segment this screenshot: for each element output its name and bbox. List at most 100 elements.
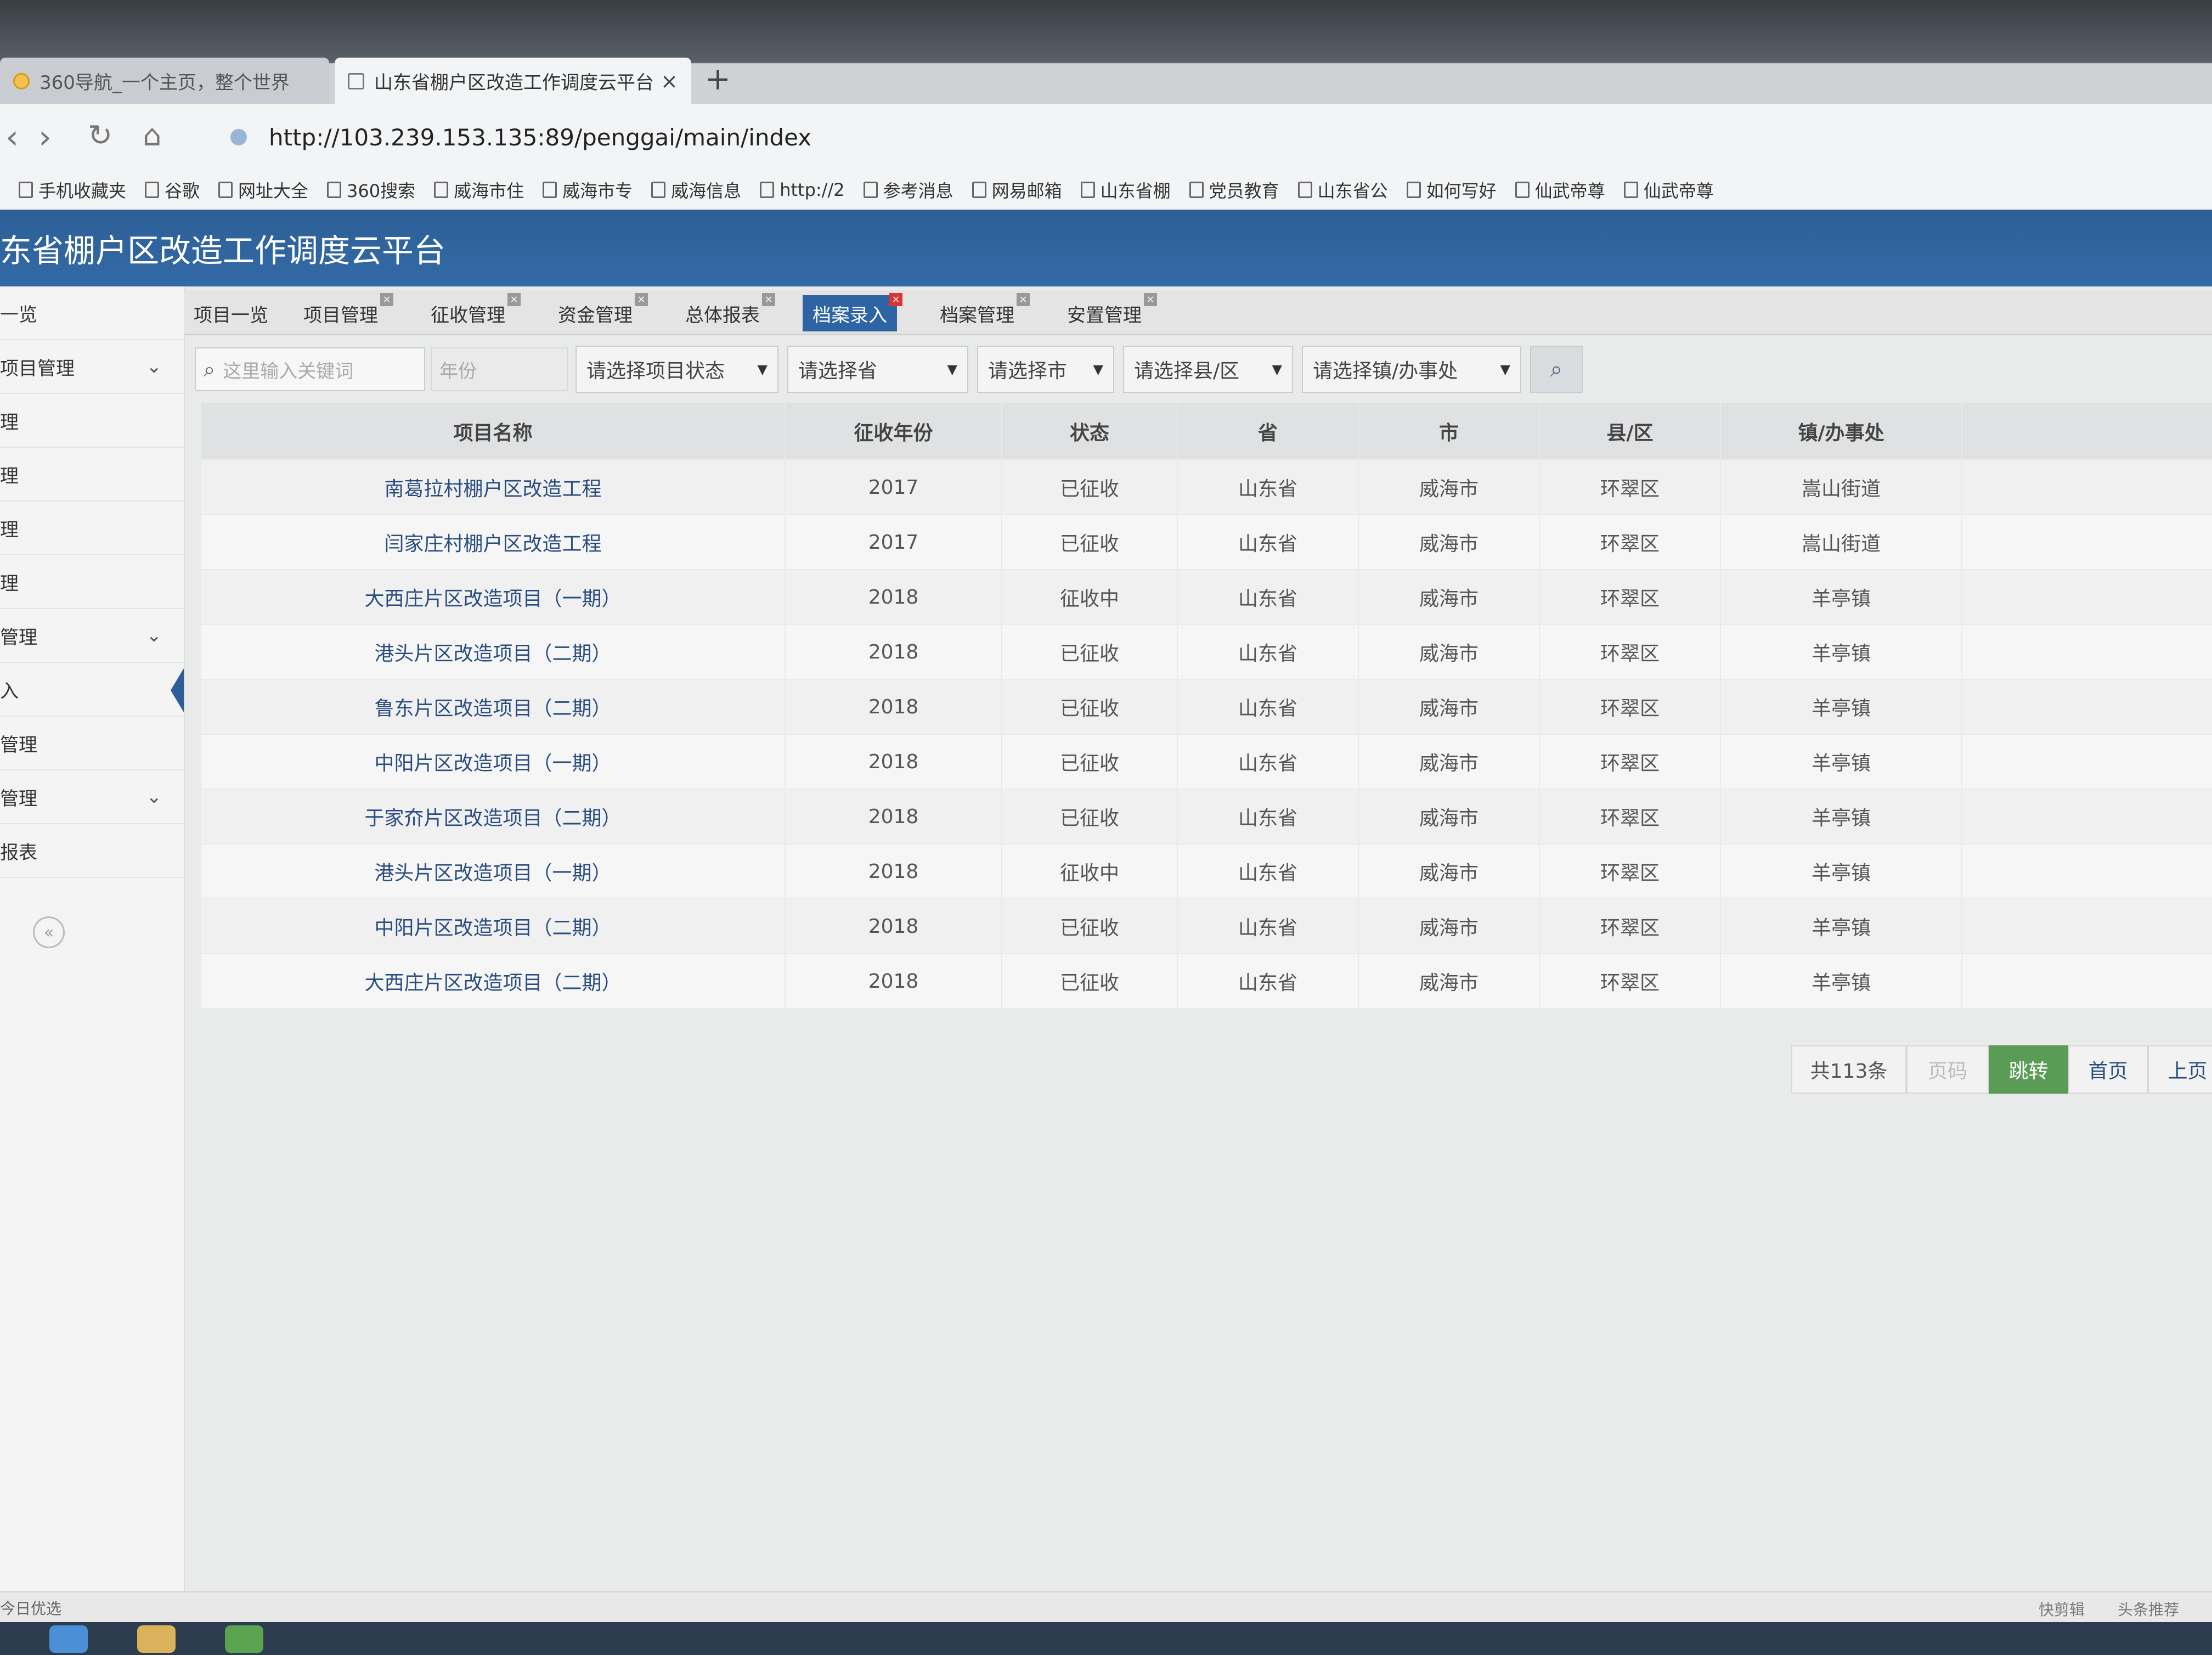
project-name-cell[interactable]: 港头片区改造项目（二期） (200, 624, 786, 680)
table-row[interactable]: 闫家庄村棚户区改造工程 2017 已征收 山东省 威海市 环翠区 嵩山街道 (200, 514, 2212, 570)
headline-link[interactable]: 头条推荐 (2118, 1598, 2179, 1620)
bookmark-item[interactable]: 威海信息 (651, 177, 741, 202)
project-name-cell[interactable]: 闫家庄村棚户区改造工程 (200, 514, 786, 570)
table-row[interactable]: 大西庄片区改造项目（二期） 2018 已征收 山东省 威海市 环翠区 羊亭镇 (200, 953, 2212, 1009)
table-row[interactable]: 中阳片区改造项目（二期） 2018 已征收 山东省 威海市 环翠区 羊亭镇 (200, 898, 2212, 954)
bookmark-item[interactable]: 仙武帝尊 (1623, 177, 1714, 202)
column-header[interactable]: 市 (1358, 402, 1540, 460)
table-row[interactable]: 南葛拉村棚户区改造工程 2017 已征收 山东省 威海市 环翠区 嵩山街道 (200, 459, 2212, 515)
bookmark-item[interactable]: 网址大全 (218, 177, 308, 202)
close-icon[interactable]: × (635, 293, 648, 306)
sidebar-item-resettlement-management[interactable]: 管理 ⌄ (0, 770, 184, 824)
reload-icon[interactable]: ↻ (88, 118, 112, 153)
page-number-input[interactable]: 页码 (1906, 1045, 1989, 1094)
table-row[interactable]: 于家夼片区改造项目（二期） 2018 已征收 山东省 威海市 环翠区 羊亭镇 (200, 789, 2212, 845)
browser-360-icon[interactable] (225, 1625, 263, 1653)
tab-resettlement-management[interactable]: 安置管理 × (1057, 293, 1157, 331)
browser-tab-active[interactable]: 山东省棚户区改造工作调度云平台 × (335, 58, 691, 104)
forward-icon[interactable]: › (38, 118, 52, 156)
bookmark-item[interactable]: 网易邮箱 (972, 177, 1062, 202)
prev-page-button[interactable]: 上页 (2148, 1045, 2212, 1094)
sidebar-subitem-archive-manage[interactable]: 管理 (0, 717, 184, 770)
project-name-cell[interactable]: 大西庄片区改造项目（二期） (200, 953, 786, 1009)
bookmark-item[interactable]: 党员教育 (1189, 177, 1279, 202)
sidebar-item-reports[interactable]: 报表 (0, 824, 184, 878)
column-header[interactable]: 征收年份 (785, 402, 1002, 460)
home-icon[interactable]: ⌂ (143, 118, 161, 153)
collapse-sidebar-icon[interactable]: « (33, 916, 65, 948)
sidebar-item-label: 项目管理 (0, 357, 75, 380)
close-icon[interactable]: × (380, 293, 393, 306)
tab-project-overview[interactable]: 项目一览 (184, 295, 278, 331)
back-icon[interactable]: ‹ (5, 118, 19, 156)
bookmark-item[interactable]: 参考消息 (863, 177, 953, 202)
bookmark-item[interactable]: 威海市住 (434, 177, 524, 202)
bookmark-item[interactable]: 谷歌 (145, 177, 200, 202)
sidebar-subitem[interactable]: 理 (0, 394, 184, 448)
sidebar-subitem[interactable]: 理 (0, 502, 184, 555)
bookmark-item[interactable]: 山东省棚 (1080, 177, 1171, 202)
bookmark-item[interactable]: 山东省公 (1297, 177, 1388, 202)
column-header[interactable]: 镇/办事处 (1720, 402, 1962, 460)
project-name-cell[interactable]: 于家夼片区改造项目（二期） (200, 789, 786, 845)
tab-expropriation-management[interactable]: 征收管理 × (421, 293, 521, 331)
close-icon[interactable]: × (1144, 293, 1157, 306)
column-header[interactable]: 状态 (1001, 402, 1178, 460)
town-select[interactable]: 请选择镇/办事处 ▼ (1302, 346, 1521, 393)
sidebar-subitem[interactable]: 理 (0, 555, 184, 609)
close-icon[interactable]: × (1017, 293, 1030, 306)
table-row[interactable]: 中阳片区改造项目（一期） 2018 已征收 山东省 威海市 环翠区 羊亭镇 (200, 734, 2212, 790)
folder-icon[interactable] (137, 1625, 176, 1653)
close-icon[interactable]: × (889, 293, 902, 306)
sidebar-subitem[interactable]: 理 (0, 448, 184, 502)
browser-tab-360[interactable]: 360导航_一个主页，整个世界 (0, 58, 329, 104)
bookmark-item[interactable]: 仙武帝尊 (1515, 177, 1605, 202)
sidebar-item-archive-management[interactable]: 管理 ⌄ (0, 609, 184, 663)
year-input[interactable]: 年份 (431, 347, 568, 391)
status-select[interactable]: 请选择项目状态 ▼ (575, 346, 778, 393)
bookmark-item[interactable]: http://2 (760, 179, 845, 200)
project-name-cell[interactable]: 鲁东片区改造项目（二期） (200, 679, 786, 735)
project-name-cell[interactable]: 南葛拉村棚户区改造工程 (200, 459, 786, 515)
province-select[interactable]: 请选择省 ▼ (787, 346, 968, 393)
close-tab-icon[interactable]: × (661, 69, 678, 93)
tab-project-management[interactable]: 项目管理 × (294, 293, 393, 331)
tab-label: 档案录入 (812, 304, 887, 327)
quick-edit-link[interactable]: 快剪辑 (2039, 1598, 2085, 1620)
status-left-text[interactable]: 今日优选 (0, 1597, 61, 1619)
tab-overall-report[interactable]: 总体报表 × (675, 293, 775, 331)
table-row[interactable]: 港头片区改造项目（一期） 2018 征收中 山东省 威海市 环翠区 羊亭镇 (200, 843, 2212, 899)
tab-fund-management[interactable]: 资金管理 × (548, 293, 648, 331)
close-icon[interactable]: × (762, 293, 775, 306)
bookmark-item[interactable]: 威海市专 (543, 177, 633, 202)
sidebar-item-project-management[interactable]: 项目管理 ⌄ (0, 340, 184, 394)
column-header[interactable]: 项目名称 (200, 402, 786, 460)
table-row[interactable]: 大西庄片区改造项目（一期） 2018 征收中 山东省 威海市 环翠区 羊亭镇 (200, 569, 2212, 625)
table-row[interactable]: 港头片区改造项目（二期） 2018 已征收 山东省 威海市 环翠区 羊亭镇 (200, 624, 2212, 680)
project-name-cell[interactable]: 港头片区改造项目（一期） (200, 843, 786, 899)
new-tab-button[interactable]: + (705, 61, 731, 97)
tab-archive-management[interactable]: 档案管理 × (930, 293, 1030, 331)
project-name-cell[interactable]: 中阳片区改造项目（一期） (200, 734, 786, 790)
tab-archive-entry[interactable]: 档案录入 × (803, 293, 902, 331)
url-field[interactable]: http://103.239.153.135:89/penggai/main/i… (230, 115, 2151, 159)
county-select[interactable]: 请选择县/区 ▼ (1123, 346, 1293, 393)
project-name-cell[interactable]: 大西庄片区改造项目（一期） (200, 569, 786, 625)
keyword-search-input[interactable]: ⌕ 这里输入关键词 (195, 347, 425, 391)
bookmark-item[interactable]: 手机收藏夹 (19, 177, 126, 202)
close-icon[interactable]: × (507, 293, 521, 306)
search-button[interactable]: ⌕ (1530, 346, 1583, 393)
table-cell: 威海市 (1358, 569, 1540, 625)
project-name-cell[interactable]: 中阳片区改造项目（二期） (200, 898, 786, 954)
bookmark-item[interactable]: 360搜索 (327, 177, 415, 202)
first-page-button[interactable]: 首页 (2068, 1045, 2148, 1094)
bookmark-item[interactable]: 如何写好 (1406, 177, 1497, 202)
table-row[interactable]: 鲁东片区改造项目（二期） 2018 已征收 山东省 威海市 环翠区 羊亭镇 (200, 679, 2212, 735)
go-button[interactable]: 跳转 (1989, 1045, 2068, 1094)
city-select[interactable]: 请选择市 ▼ (977, 346, 1114, 393)
column-header[interactable]: 省 (1177, 402, 1359, 460)
column-header[interactable]: 县/区 (1539, 402, 1721, 460)
sidebar-item-overview[interactable]: 一览 (0, 286, 184, 340)
sidebar-subitem-archive-entry[interactable]: 入 (0, 663, 184, 717)
ie-icon[interactable] (49, 1625, 88, 1653)
